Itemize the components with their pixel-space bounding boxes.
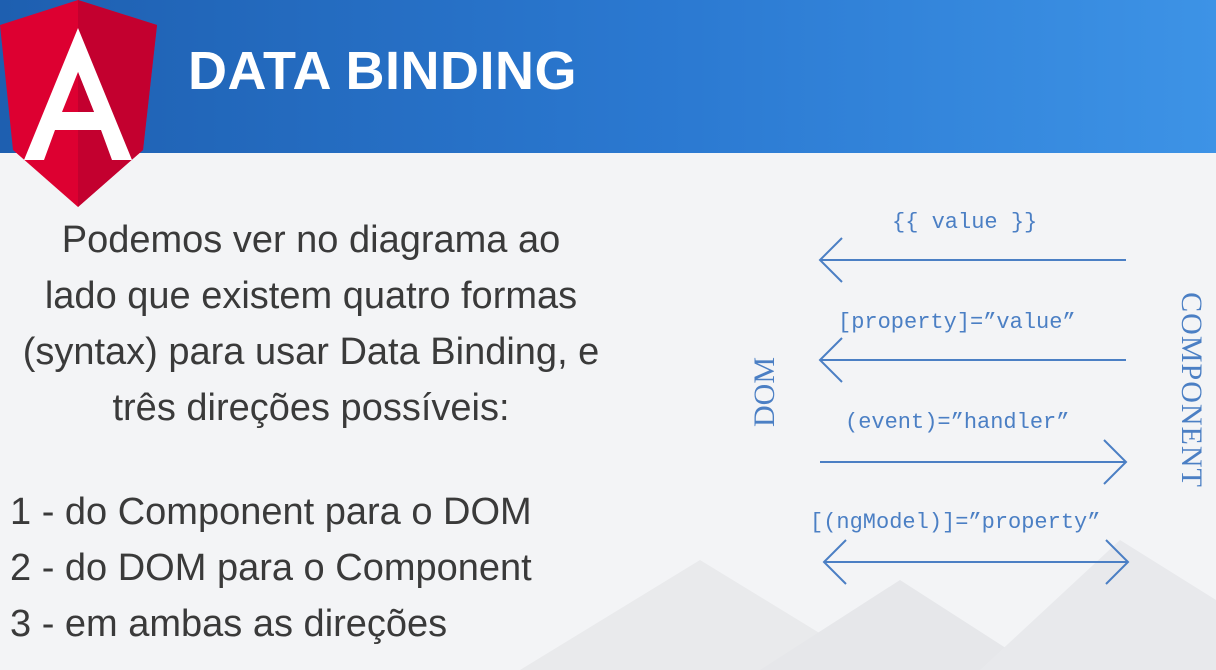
- list-item: 3 - em ambas as direções: [10, 603, 448, 645]
- arrow-right-icon: [820, 439, 1128, 485]
- directions-list: 1 - do Component para o DOM 2 - do DOM p…: [10, 484, 532, 652]
- intro-line: (syntax) para usar Data Binding, e: [22, 331, 600, 373]
- angular-logo-icon: [0, 0, 157, 207]
- slide-title: DATA BINDING: [188, 41, 577, 101]
- intro-line: Podemos ver no diagrama ao: [61, 219, 561, 261]
- list-item: 1 - do Component para o DOM: [10, 491, 532, 533]
- arrow-left-icon: [818, 237, 1126, 283]
- list-item: 2 - do DOM para o Component: [10, 547, 532, 589]
- arrow-left-icon: [818, 337, 1126, 383]
- two-way-binding-syntax: [(ngModel)]=”property”: [810, 510, 1101, 535]
- interpolation-syntax: {{ value }}: [892, 210, 1038, 235]
- intro-line: lado que existem quatro formas: [44, 275, 578, 317]
- dom-label: DOM: [748, 356, 781, 428]
- component-label: COMPONENT: [1175, 292, 1208, 488]
- event-binding-syntax: (event)=”handler”: [845, 410, 1070, 435]
- arrow-both-icon: [822, 539, 1130, 585]
- property-binding-syntax: [property]=”value”: [838, 310, 1076, 335]
- intro-line: três direções possíveis:: [112, 387, 510, 429]
- intro-paragraph: Podemos ver no diagrama ao lado que exis…: [0, 212, 622, 436]
- header-bar: [0, 0, 1216, 153]
